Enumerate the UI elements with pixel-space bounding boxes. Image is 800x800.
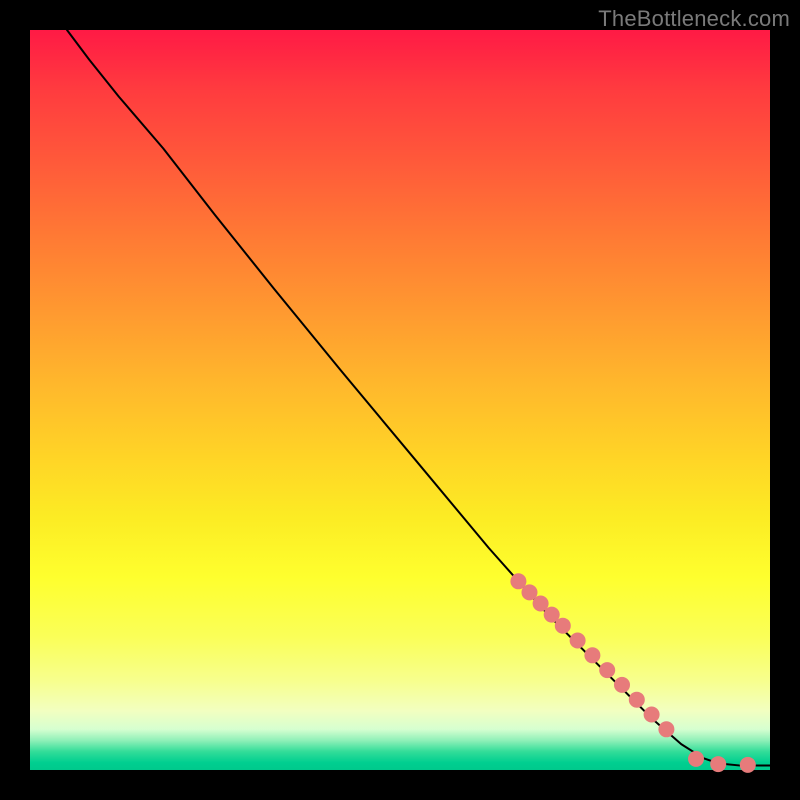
chart-svg: [30, 30, 770, 770]
plot-area: [30, 30, 770, 770]
data-point: [555, 618, 571, 634]
chart-frame: TheBottleneck.com: [0, 0, 800, 800]
data-point: [599, 662, 615, 678]
data-point: [614, 677, 630, 693]
curve-line: [67, 30, 770, 766]
data-point: [570, 633, 586, 649]
data-point: [710, 756, 726, 772]
data-point: [629, 692, 645, 708]
data-markers: [510, 573, 755, 773]
attribution-text: TheBottleneck.com: [598, 6, 790, 32]
data-point: [584, 647, 600, 663]
data-point: [658, 721, 674, 737]
data-point: [688, 751, 704, 767]
data-point: [740, 757, 756, 773]
data-point: [644, 707, 660, 723]
